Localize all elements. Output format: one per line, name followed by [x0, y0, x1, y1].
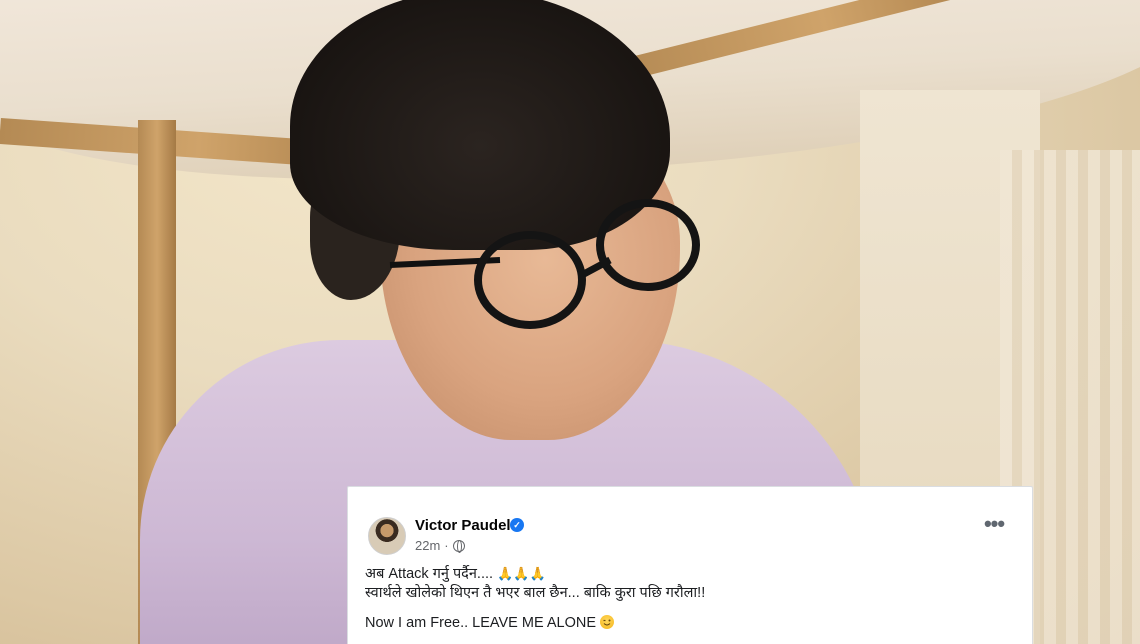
post-line-1-text: अब Attack गर्नु पर्दैन....	[365, 566, 494, 582]
glasses	[389, 199, 700, 329]
post-line-2: स्वार्थले खोलेको थिएन तै भएर बाल छैन... …	[365, 585, 706, 601]
post-line-3: Now I am Free.. LEAVE ME ALONE	[365, 614, 1015, 633]
globe-icon[interactable]	[452, 539, 465, 553]
wink-emoji-icon	[600, 615, 615, 629]
more-options-icon[interactable]: •••	[982, 513, 1006, 539]
verified-badge-icon: ✓	[510, 518, 524, 532]
author-avatar[interactable]	[368, 517, 406, 555]
post-body: अब Attack गर्नु पर्दैन.... 🙏🙏🙏 स्वार्थले…	[365, 564, 1015, 633]
facebook-post-card: Victor Paudel ✓ 22m · ••• अब Attack गर्न…	[347, 486, 1033, 644]
meta-separator: ·	[444, 538, 449, 553]
post-line-1: अब Attack गर्नु पर्दैन.... 🙏🙏🙏	[365, 564, 1015, 584]
post-timestamp[interactable]: 22m	[415, 538, 440, 553]
author-name[interactable]: Victor Paudel	[415, 517, 511, 534]
post-line-3-text: Now I am Free.. LEAVE ME ALONE	[365, 615, 597, 631]
folded-hands-emoji: 🙏🙏🙏	[497, 566, 546, 581]
post-meta: 22m ·	[415, 538, 465, 553]
